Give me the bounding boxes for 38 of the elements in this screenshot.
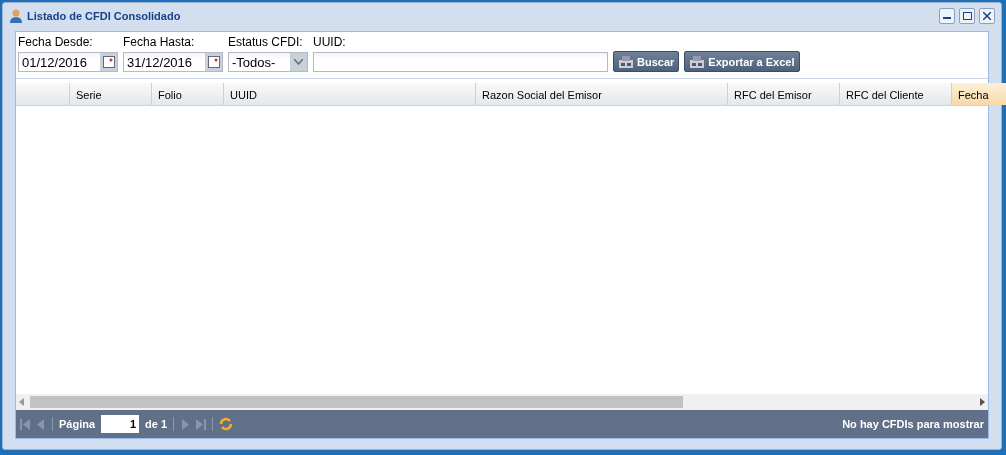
field-label: Fecha Desde:	[18, 35, 94, 49]
refresh-icon[interactable]	[219, 417, 234, 431]
page-count: de 1	[145, 418, 168, 430]
horizontal-scrollbar[interactable]	[16, 394, 988, 410]
input-field[interactable]	[313, 52, 608, 72]
next-page-icon[interactable]	[180, 418, 191, 430]
page-label: Página	[59, 418, 96, 430]
maximize-button[interactable]	[959, 8, 975, 24]
status-message: No hay CFDIs para mostrar	[842, 418, 984, 430]
column-header[interactable]: Serie	[70, 83, 152, 105]
input-field[interactable]: 31/12/2016	[123, 52, 223, 72]
toolbar-button[interactable]: Exportar a Excel	[684, 51, 800, 72]
field-label: UUID:	[313, 35, 347, 49]
column-header[interactable]: UUID	[224, 83, 476, 105]
close-icon	[983, 12, 991, 20]
first-page-icon[interactable]	[20, 418, 30, 430]
input-field[interactable]: 01/12/2016	[18, 52, 118, 72]
column-header[interactable]: RFC del Cliente	[840, 83, 952, 105]
column-header[interactable]: Fecha	[952, 83, 1006, 105]
field-label: Estatus CFDI:	[228, 35, 304, 49]
calendar-icon[interactable]	[205, 53, 222, 71]
column-header[interactable]: RFC del Emisor	[728, 83, 840, 105]
calendar-icon[interactable]	[100, 53, 117, 71]
field-label: Fecha Hasta:	[123, 35, 196, 49]
user-icon	[9, 9, 23, 23]
scroll-left-icon[interactable]	[19, 398, 24, 406]
previous-page-icon[interactable]	[36, 418, 46, 430]
minimize-button[interactable]	[939, 8, 955, 24]
status-dropdown[interactable]: -Todos-	[228, 52, 308, 72]
page-input[interactable]: 1	[101, 415, 140, 433]
scroll-right-icon[interactable]	[980, 398, 985, 406]
column-header[interactable]: Folio	[152, 83, 224, 105]
last-page-icon[interactable]	[196, 418, 207, 430]
close-button[interactable]	[979, 8, 995, 24]
maximize-icon	[962, 12, 972, 20]
window-title: Listado de CFDI Consolidado	[27, 10, 182, 22]
column-header[interactable]: Razon Social del Emisor	[476, 83, 728, 105]
toolbar-button[interactable]: Buscar	[613, 51, 680, 72]
